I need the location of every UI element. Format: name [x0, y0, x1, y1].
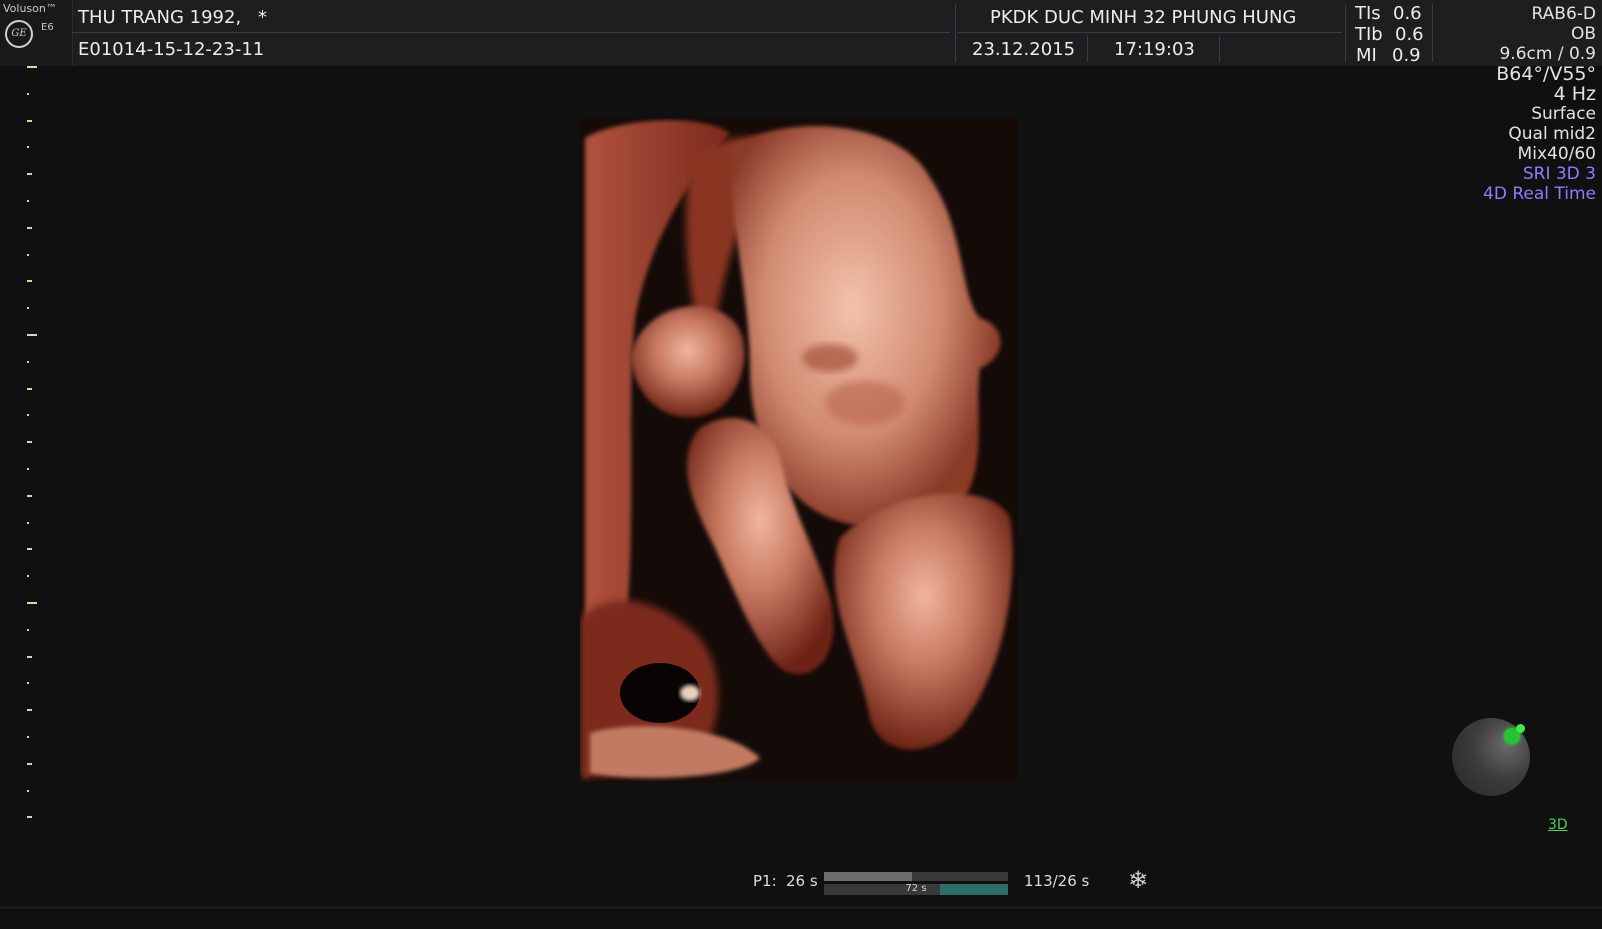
ruler-tick [27, 226, 32, 229]
p1-value: 26 s [786, 872, 818, 890]
cine-frame-count: 113/26 s [1024, 872, 1090, 890]
orientation-sphere[interactable] [1452, 718, 1530, 796]
angle-label: B64°/V55° [1496, 63, 1596, 85]
ruler-tick [27, 548, 32, 551]
exam-date: 23.12.2015 [972, 39, 1076, 60]
bottom-divider [0, 906, 1602, 909]
p1-label: P1: [753, 872, 777, 890]
ruler-tick [27, 521, 29, 524]
ruler-tick [27, 307, 29, 310]
ruler-tick [27, 494, 32, 497]
safety-value-tis: 0.6 [1393, 3, 1422, 24]
3d-mode-link[interactable]: 3D [1548, 817, 1568, 833]
ruler-tick [27, 468, 29, 470]
ge-logo-icon: GE [5, 20, 33, 48]
safety-label-tib: TIb [1355, 24, 1383, 45]
ruler-tick [27, 762, 32, 765]
header-divider [958, 32, 1342, 33]
ruler-tick [27, 602, 37, 604]
exam-id: E01014-15-12-23-11 [78, 39, 265, 60]
ruler-tick [27, 575, 29, 578]
header-divider [1219, 36, 1220, 62]
logo-block: Voluson™ GE E6 [0, 0, 73, 66]
orientation-marker-highlight-icon [1516, 724, 1525, 733]
acquisition-params: RAB6-D OB 9.6cm / 0.9 B64°/V55° 4 Hz Sur… [1483, 4, 1596, 204]
header-divider [955, 4, 956, 62]
cine-progress-bar[interactable]: 72 s [824, 883, 1008, 895]
safety-value-mi: 0.9 [1392, 45, 1421, 66]
header-bar: Voluson™ GE E6 THU TRANG 1992, * E01014-… [0, 0, 1602, 66]
sri-label: SRI 3D 3 [1522, 164, 1596, 184]
frame-rate-label: 4 Hz [1553, 83, 1596, 105]
ruler-tick [27, 736, 29, 738]
ruler-tick [27, 173, 32, 176]
probe-label: RAB6-D [1531, 4, 1596, 24]
safety-label-mi: MI [1356, 45, 1377, 66]
application-label: OB [1570, 24, 1596, 44]
safety-value-tib: 0.6 [1395, 24, 1424, 45]
institution-name: PKDK DUC MINH 32 PHUNG HUNG [990, 7, 1297, 28]
header-divider [1087, 36, 1088, 62]
quality-label: Qual mid2 [1508, 124, 1596, 144]
render-mode-label: Surface [1531, 104, 1596, 124]
ruler-tick [27, 280, 32, 283]
ruler-tick [27, 816, 32, 819]
ruler-tick [27, 119, 32, 122]
snowflake-icon[interactable]: ❄ [1128, 866, 1148, 894]
cine-progress-label: 72 s [905, 883, 927, 894]
depth-ruler [26, 60, 46, 830]
ruler-tick [27, 253, 29, 256]
ruler-tick [27, 414, 29, 417]
ruler-tick [27, 334, 37, 336]
ruler-tick [27, 789, 29, 792]
ruler-tick [27, 441, 32, 444]
patient-flag: * [258, 7, 267, 28]
ruler-tick [27, 628, 29, 631]
ruler-tick [27, 92, 29, 95]
ruler-tick [27, 146, 29, 149]
ruler-tick [27, 387, 32, 390]
header-divider [72, 32, 950, 33]
cine-buffer-bar [824, 872, 1008, 881]
safety-label-tis: TIs [1355, 3, 1381, 24]
depth-label: 9.6cm / 0.9 [1499, 44, 1596, 64]
exam-time: 17:19:03 [1114, 39, 1195, 60]
ruler-tick [27, 200, 29, 202]
ruler-tick [27, 360, 29, 363]
patient-name: THU TRANG 1992, [78, 7, 242, 28]
ruler-tick [27, 66, 37, 68]
model-label: E6 [41, 22, 54, 33]
ruler-tick [27, 682, 29, 685]
brand-label: Voluson™ [3, 2, 57, 15]
header-divider [1345, 4, 1346, 62]
mode-label: 4D Real Time [1483, 184, 1596, 204]
header-divider [1432, 4, 1433, 62]
ruler-tick [27, 709, 32, 712]
cine-buffer-fill [824, 872, 913, 881]
ultrasound-3d-render [580, 118, 1018, 782]
ruler-tick [27, 655, 32, 658]
mix-label: Mix40/60 [1517, 144, 1596, 164]
